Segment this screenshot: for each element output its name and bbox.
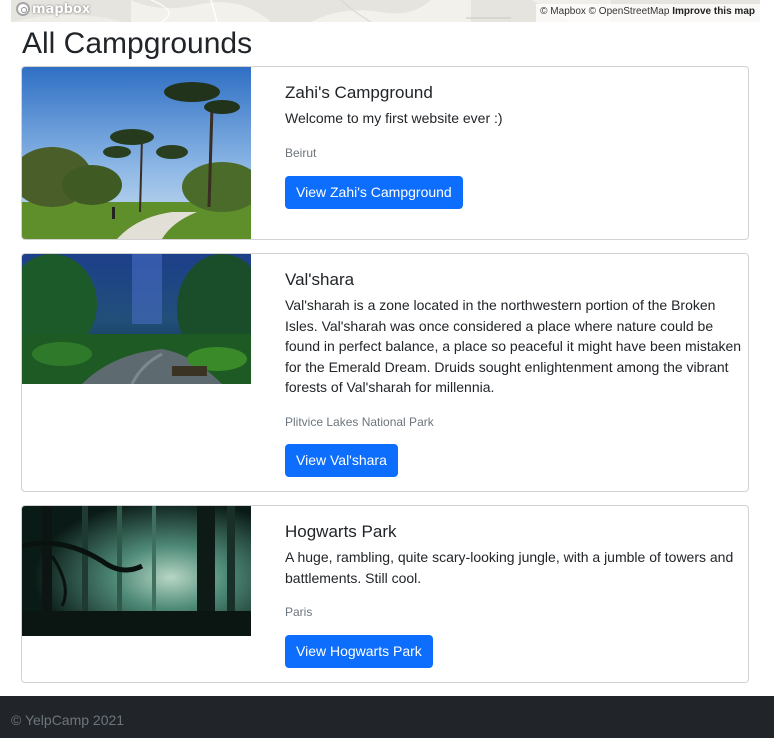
mapbox-logo[interactable]: mapbox: [16, 1, 90, 17]
fantasy-forest-photo: [22, 254, 251, 384]
card-description: Welcome to my first website ever :): [285, 110, 503, 126]
card-title: Hogwarts Park: [285, 522, 397, 541]
park-trees-photo: [22, 67, 251, 239]
view-campground-button[interactable]: View Val'shara: [285, 444, 398, 477]
mapbox-logo-text: mapbox: [32, 1, 91, 17]
map-attribution: © Mapbox © OpenStreetMap Improve this ma…: [536, 4, 760, 22]
attribution-text[interactable]: © Mapbox © OpenStreetMap: [540, 6, 669, 17]
cluster-map[interactable]: mapbox © Mapbox © OpenStreetMap Improve …: [11, 0, 760, 22]
card-location: Beirut: [285, 146, 317, 160]
improve-map-link[interactable]: Improve this map: [672, 6, 755, 17]
mapbox-logo-icon: [16, 2, 30, 16]
card-description: A huge, rambling, quite scary-looking ju…: [285, 549, 734, 586]
view-campground-button[interactable]: View Hogwarts Park: [285, 635, 433, 668]
view-campground-button[interactable]: View Zahi's Campground: [285, 176, 463, 209]
footer-copyright: © YelpCamp 2021: [11, 712, 125, 728]
campground-card: Val'shara Val'sharah is a zone located i…: [21, 253, 749, 492]
page-title: All Campgrounds: [22, 27, 253, 60]
footer: © YelpCamp 2021: [0, 696, 774, 738]
campground-card: Zahi's Campground Welcome to my first we…: [21, 66, 749, 240]
card-description: Val'sharah is a zone located in the nort…: [285, 297, 742, 395]
card-location: Plitvice Lakes National Park: [285, 415, 434, 429]
card-title: Zahi's Campground: [285, 83, 433, 102]
card-title: Val'shara: [285, 270, 355, 289]
card-location: Paris: [285, 605, 313, 619]
campground-card: Hogwarts Park A huge, rambling, quite sc…: [21, 505, 749, 683]
dark-forest-photo: [22, 506, 251, 636]
